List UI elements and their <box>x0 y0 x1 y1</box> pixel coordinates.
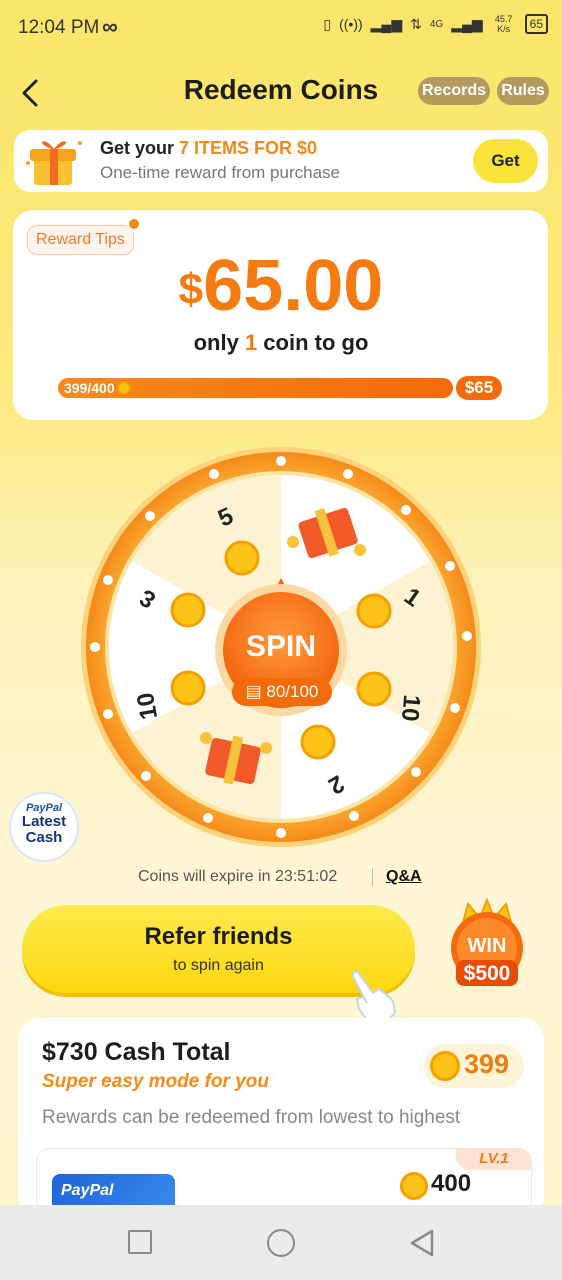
spin-count-value: 80/100 <box>266 682 319 701</box>
paypal-badge-line2: Cash <box>25 829 63 846</box>
notification-dot <box>127 217 141 231</box>
wheel-label-10-right: 10 <box>395 693 426 723</box>
paypal-badge-line1: Latest <box>21 813 67 830</box>
records-button[interactable]: Records <box>418 77 490 105</box>
currency-symbol: $ <box>178 265 204 314</box>
network-speed: 45.7 K/s <box>494 14 513 34</box>
rules-button[interactable]: Rules <box>497 77 549 105</box>
progress-label: 399/400 <box>64 380 131 396</box>
coins-to-go: only 1 coin to go <box>0 330 562 356</box>
win-amount: $500 <box>464 962 511 985</box>
vibrate-icon: ▯ <box>323 15 332 32</box>
coin-icon <box>430 1051 460 1081</box>
togo-suffix: coin to go <box>257 330 369 355</box>
coin-balance: 399 <box>464 1049 510 1079</box>
spin-count: ▤ 80/100 <box>232 678 332 706</box>
status-time: 12:04 PM <box>18 17 100 38</box>
pointing-hand-icon <box>352 969 397 1024</box>
promo-title-prefix: Get your <box>100 138 180 158</box>
data-arrows-icon: ⇅ <box>410 15 422 32</box>
coin-icon <box>400 1172 428 1200</box>
get-button[interactable]: Get <box>473 139 538 183</box>
battery-icon: 65 <box>524 14 548 34</box>
promo-title: Get your 7 ITEMS FOR $0 <box>100 138 317 159</box>
amount-value: 65.00 <box>203 246 384 326</box>
divider <box>372 868 373 886</box>
refer-title: Refer friends <box>144 923 293 950</box>
reward-amount: $65.00 <box>0 248 562 328</box>
ticket-icon: ▤ <box>245 682 267 701</box>
cash-description: Rewards can be redeemed from lowest to h… <box>42 1107 461 1128</box>
coin-icon <box>116 381 131 395</box>
goal-badge: $65 <box>456 376 502 400</box>
progress-value: 399/400 <box>64 380 115 396</box>
cash-total-title: $730 Cash Total <box>42 1038 231 1066</box>
status-bar: 12:04 PM ∞ ▯ ((•)) ▂▄▆ ⇅ 4G ▂▄▆ 45.7 K/s… <box>0 0 562 56</box>
back-triangle-icon[interactable] <box>408 1228 436 1258</box>
recents-icon[interactable] <box>128 1230 152 1254</box>
cash-subtitle: Super easy mode for you <box>42 1071 270 1092</box>
paypal-latest-cash-badge[interactable]: PayPal Latest Cash <box>9 792 79 862</box>
togo-count: 1 <box>244 330 258 355</box>
qa-link[interactable]: Q&A <box>386 868 422 886</box>
togo-prefix: only <box>193 330 245 355</box>
hotspot-icon: ((•)) <box>339 16 363 32</box>
win-label: WIN <box>468 935 507 957</box>
level-tag: LV.1 <box>456 1148 532 1170</box>
win-500-badge[interactable]: WIN $500 <box>444 896 530 992</box>
promo-subtitle: One-time reward from purchase <box>100 163 340 182</box>
level-cost: 400 <box>431 1170 472 1197</box>
promo-title-highlight: 7 ITEMS FOR $0 <box>179 138 318 158</box>
gift-box-icon <box>26 141 82 185</box>
signal-icon-2: ▂▄▆ <box>451 15 483 32</box>
spin-button[interactable]: SPIN <box>211 630 351 664</box>
expire-text: Coins will expire in 23:51:02 <box>138 868 338 885</box>
status-icons: ▯ ((•)) ▂▄▆ ⇅ 4G ▂▄▆ 45.7 K/s 65 <box>323 14 548 34</box>
infinity-icon: ∞ <box>102 14 118 39</box>
home-icon[interactable] <box>267 1229 295 1257</box>
signal-icon: ▂▄▆ <box>370 15 403 32</box>
network-label: 4G <box>429 18 444 30</box>
